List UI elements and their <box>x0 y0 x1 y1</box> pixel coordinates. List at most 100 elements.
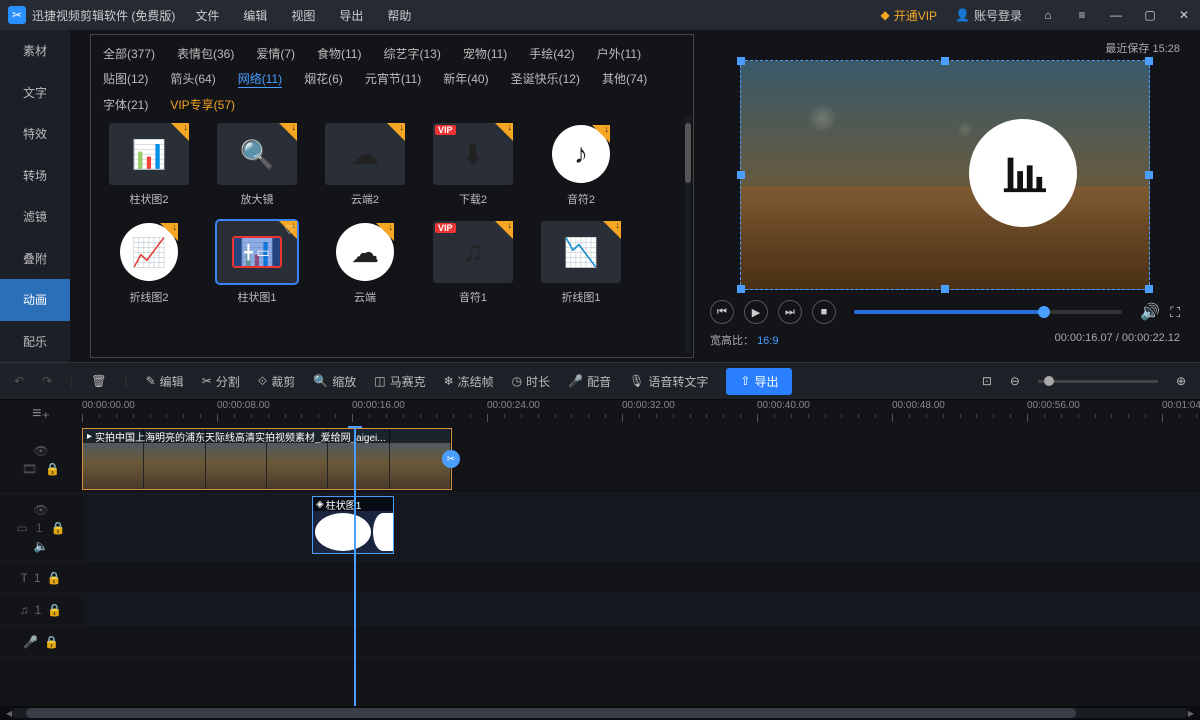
category-item[interactable]: 手绘(42) <box>529 45 574 62</box>
voice-track-body[interactable] <box>82 626 1200 657</box>
export-button[interactable]: ⇧ 导出 <box>726 368 792 395</box>
audio-track-body[interactable] <box>82 594 1200 625</box>
preview-canvas[interactable] <box>740 60 1150 290</box>
category-item[interactable]: 新年(40) <box>443 70 488 88</box>
category-item[interactable]: 烟花(6) <box>304 70 343 88</box>
asset-scrollbar[interactable] <box>685 117 691 353</box>
speaker-icon[interactable]: 🔈 <box>34 539 49 553</box>
mosaic-button[interactable]: ◫ 马赛克 <box>374 373 425 390</box>
tab-effects[interactable]: 特效 <box>0 113 70 155</box>
category-item[interactable]: 箭头(64) <box>170 70 215 88</box>
asset-item[interactable]: ♫↓VIP音符1 <box>427 221 519 305</box>
speech-button[interactable]: 🎙 语音转文字 <box>629 373 708 390</box>
video-track-body[interactable]: ▸实拍中国上海明亮的浦东天际线高清实拍视频素材_爱给网_aigei... ✂ <box>82 426 1200 493</box>
category-item[interactable]: 网络(11) <box>238 70 282 88</box>
dub-button[interactable]: 🎤 配音 <box>568 373 611 390</box>
undo-button[interactable]: ↶ <box>14 374 24 388</box>
volume-icon[interactable]: 🔊 <box>1140 302 1160 322</box>
video-clip[interactable]: ▸实拍中国上海明亮的浦东天际线高清实拍视频素材_爱给网_aigei... ✂ <box>82 428 452 490</box>
edit-button[interactable]: ✎ 编辑 <box>146 373 184 390</box>
horizontal-scrollbar[interactable]: ◂ ▸ <box>0 706 1200 720</box>
ratio-value[interactable]: 16:9 <box>757 335 778 347</box>
category-item[interactable]: 圣诞快乐(12) <box>511 70 580 88</box>
scissors-icon[interactable]: ✂ <box>442 450 460 468</box>
next-frame-button[interactable]: ⏭ <box>778 300 802 324</box>
fullscreen-icon[interactable]: ⛶ <box>1170 304 1180 321</box>
tab-transitions[interactable]: 转场 <box>0 155 70 197</box>
menu-view[interactable]: 视图 <box>291 7 315 24</box>
stop-button[interactable]: ■ <box>812 300 836 324</box>
lock-icon[interactable]: 🔒 <box>51 521 66 535</box>
category-item[interactable]: VIP专享(57) <box>170 96 235 113</box>
menu-help[interactable]: 帮助 <box>387 7 411 24</box>
zoom-button[interactable]: 🔍 缩放 <box>313 373 356 390</box>
category-item[interactable]: 元宵节(11) <box>365 70 421 88</box>
crop-button[interactable]: ⟐ 裁剪 <box>258 373 295 390</box>
category-item[interactable]: 爱情(7) <box>256 45 295 62</box>
asset-item[interactable]: 📊↓╋ ▭♡柱状图1 <box>211 221 303 305</box>
asset-item[interactable]: 📊↓柱状图2 <box>103 123 195 207</box>
eye-icon[interactable]: 👁 <box>33 444 48 458</box>
text-icon: T <box>21 571 28 585</box>
asset-item[interactable]: 📉↓折线图1 <box>535 221 627 305</box>
asset-item[interactable]: ♪↓音符2 <box>535 123 627 207</box>
asset-item[interactable]: ☁↓云端 <box>319 221 411 305</box>
playhead[interactable] <box>354 426 356 706</box>
login-button[interactable]: 👤 账号登录 <box>955 7 1022 24</box>
menu-edit[interactable]: 编辑 <box>243 7 267 24</box>
category-item[interactable]: 其他(74) <box>602 70 647 88</box>
redo-button[interactable]: ↷ <box>42 374 52 388</box>
lock-icon[interactable]: 🔒 <box>47 571 62 585</box>
category-item[interactable]: 食物(11) <box>317 45 361 62</box>
animation-clip[interactable]: ◈柱状图1 <box>312 496 394 554</box>
close-icon[interactable]: ✕ <box>1176 8 1192 22</box>
category-item[interactable]: 全部(377) <box>103 45 155 62</box>
tab-overlay[interactable]: 叠附 <box>0 238 70 280</box>
duration-button[interactable]: ◷ 时长 <box>512 373 551 390</box>
split-button[interactable]: ✂ 分割 <box>202 373 240 390</box>
preview-overlay-chart[interactable] <box>969 119 1077 227</box>
add-track-button[interactable]: ≡₊ <box>0 403 82 423</box>
vip-button[interactable]: ◆ 开通VIP <box>880 7 937 24</box>
prev-frame-button[interactable]: ⏮ <box>710 300 734 324</box>
text-track-head: T1🔒 <box>0 562 82 593</box>
asset-item[interactable]: 📈↓折线图2 <box>103 221 195 305</box>
zoom-in-button[interactable]: ⊕ <box>1176 374 1186 388</box>
category-item[interactable]: 宠物(11) <box>463 45 507 62</box>
app-title: 迅捷视频剪辑软件 (免费版) <box>32 7 175 24</box>
asset-label: 放大镜 <box>241 191 274 207</box>
fit-button[interactable]: ⊡ <box>982 374 992 388</box>
category-item[interactable]: 贴图(12) <box>103 70 148 88</box>
tab-assets[interactable]: 素材 <box>0 30 70 72</box>
tab-text[interactable]: 文字 <box>0 72 70 114</box>
asset-item[interactable]: ⬇↓VIP下载2 <box>427 123 519 207</box>
tab-filters[interactable]: 滤镜 <box>0 196 70 238</box>
progress-bar[interactable] <box>854 310 1122 314</box>
overlay-track-body[interactable]: ◈柱状图1 <box>82 494 1200 561</box>
home-icon[interactable]: ⌂ <box>1040 8 1056 22</box>
category-item[interactable]: 户外(11) <box>597 45 641 62</box>
menu-file[interactable]: 文件 <box>195 7 219 24</box>
lock-icon[interactable]: 🔒 <box>45 462 60 476</box>
category-item[interactable]: 字体(21) <box>103 96 148 113</box>
text-track-body[interactable] <box>82 562 1200 593</box>
play-button[interactable]: ▶ <box>744 300 768 324</box>
menu-export[interactable]: 导出 <box>339 7 363 24</box>
zoom-slider[interactable] <box>1038 380 1158 383</box>
lock-icon[interactable]: 🔒 <box>44 635 59 649</box>
asset-item[interactable]: ☁↓云端2 <box>319 123 411 207</box>
category-item[interactable]: 综艺字(13) <box>383 45 440 62</box>
tab-music[interactable]: 配乐 <box>0 321 70 363</box>
maximize-icon[interactable]: ▢ <box>1142 8 1158 22</box>
tab-animation[interactable]: 动画 <box>0 279 70 321</box>
category-item[interactable]: 表情包(36) <box>177 45 234 62</box>
eye-icon[interactable]: 👁 <box>33 503 48 517</box>
delete-button[interactable]: 🗑 <box>91 374 106 388</box>
minimize-icon[interactable]: — <box>1108 8 1124 22</box>
menu-icon[interactable]: ≡ <box>1074 8 1090 22</box>
freeze-button[interactable]: ❄ 冻结帧 <box>444 373 494 390</box>
lock-icon[interactable]: 🔒 <box>47 603 62 617</box>
zoom-out-button[interactable]: ⊖ <box>1010 374 1020 388</box>
asset-item[interactable]: 🔍↓放大镜 <box>211 123 303 207</box>
time-ruler[interactable]: 00:00:00.0000:00:08.0000:00:16.0000:00:2… <box>82 400 1200 426</box>
